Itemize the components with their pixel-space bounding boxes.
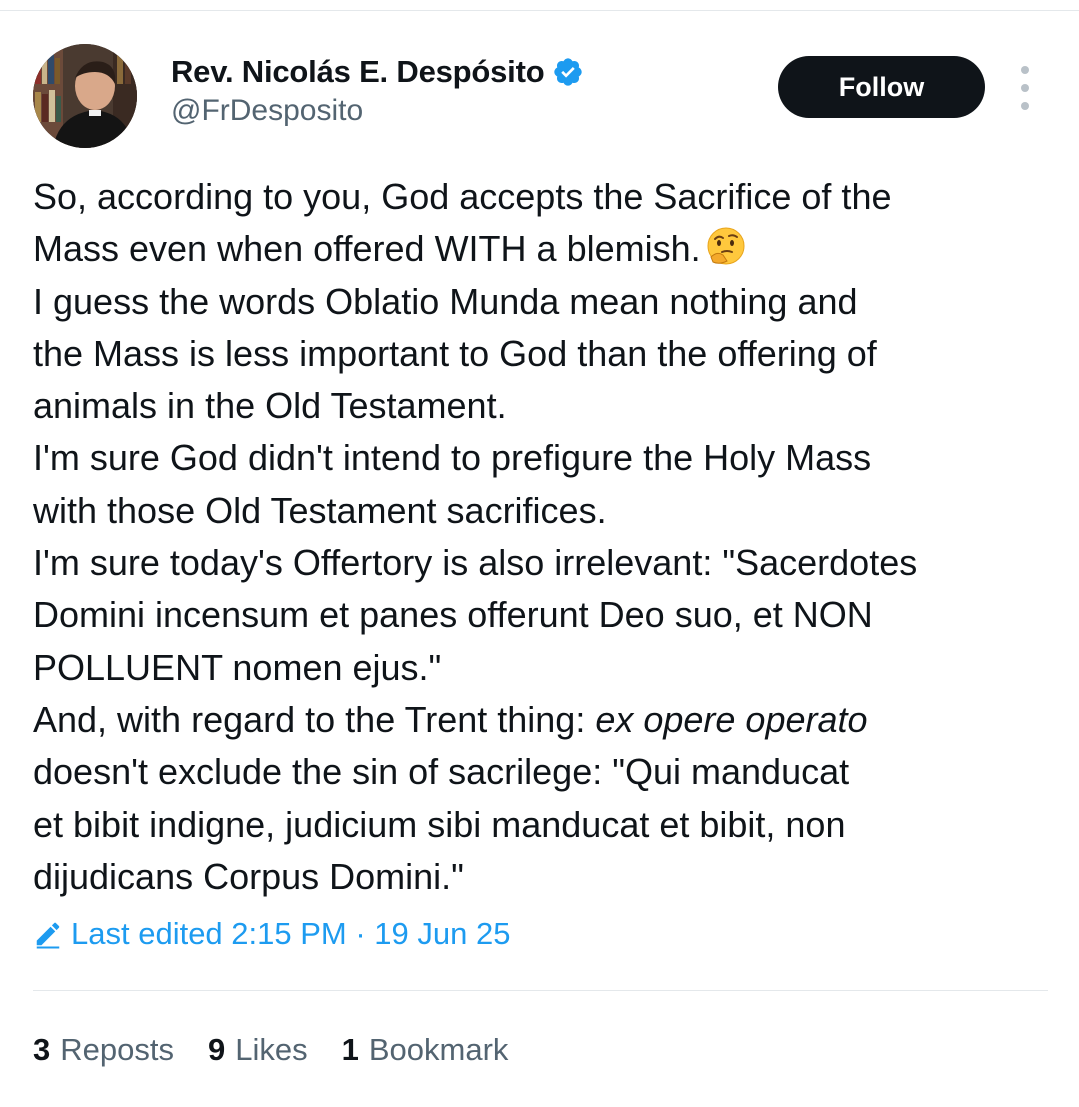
tweet-line-prefix: And, with regard to the Trent thing: <box>33 698 596 740</box>
avatar[interactable] <box>33 44 137 148</box>
tweet-line: doesn't exclude the sin of sacrilege: "Q… <box>33 751 850 793</box>
last-edited-link[interactable]: Last edited 2:15 PM · 19 Jun 25 <box>33 916 510 952</box>
reposts-stat[interactable]: 3 Reposts <box>33 1032 174 1068</box>
pencil-icon <box>33 919 63 949</box>
tweet-text: So, according to you, God accepts the Sa… <box>33 171 1053 903</box>
top-divider <box>0 10 1079 11</box>
likes-count: 9 <box>207 1032 226 1067</box>
tweet-line-italic: ex opere operato <box>595 698 868 740</box>
reposts-label: Reposts <box>60 1032 174 1067</box>
reposts-count: 3 <box>33 1032 51 1067</box>
thinking-face-emoji <box>705 225 747 267</box>
more-vertical-icon[interactable] <box>1011 66 1039 110</box>
tweet-line: And, with regard to the Trent thing: ex … <box>33 694 1053 746</box>
tweet-line-text: Mass even when offered WITH a blemish. <box>33 228 701 270</box>
verified-badge-icon[interactable] <box>552 56 584 88</box>
tweet-line: Domini incensum et panes offerunt Deo su… <box>33 594 873 636</box>
display-name[interactable]: Rev. Nicolás E. Despósito <box>171 54 545 90</box>
tweet-line: et bibit indigne, judicium sibi manducat… <box>33 803 846 845</box>
dot <box>1021 84 1029 92</box>
bookmarks-count: 1 <box>341 1032 359 1067</box>
dot <box>1021 102 1029 110</box>
tweet-line: Mass even when offered WITH a blemish. <box>33 223 1053 275</box>
last-edited-label: Last edited 2:15 PM · 19 Jun 25 <box>71 916 511 951</box>
dot <box>1021 66 1029 74</box>
likes-stat[interactable]: 9 Likes <box>208 1032 308 1068</box>
tweet-line: with those Old Testament sacrifices. <box>33 489 607 531</box>
bookmarks-label: Bookmark <box>368 1032 509 1067</box>
tweet-line: dijudicans Corpus Domini." <box>33 855 464 897</box>
avatar-photo <box>33 44 137 148</box>
tweet-line: I'm sure today's Offertory is also irrel… <box>33 542 918 584</box>
name-row: Rev. Nicolás E. Despósito <box>171 52 584 92</box>
tweet-line: So, according to you, God accepts the Sa… <box>33 176 892 217</box>
tweet-line: I'm sure God didn't intend to prefigure … <box>33 437 872 479</box>
tweet-line: I guess the words Oblatio Munda mean not… <box>33 280 858 322</box>
tweet-line: the Mass is less important to God than t… <box>33 332 877 374</box>
author-block: Rev. Nicolás E. Despósito @FrDesposito <box>171 52 584 128</box>
follow-button[interactable]: Follow <box>778 56 985 118</box>
engagement-stats: 3 Reposts 9 Likes 1 Bookmark <box>33 1032 542 1068</box>
handle[interactable]: @FrDesposito <box>171 94 584 128</box>
bookmarks-stat[interactable]: 1 Bookmark <box>342 1032 509 1068</box>
stats-divider <box>33 990 1048 991</box>
tweet-line: animals in the Old Testament. <box>33 385 507 427</box>
likes-label: Likes <box>235 1032 308 1067</box>
tweet-line: POLLUENT nomen ejus." <box>33 646 442 688</box>
